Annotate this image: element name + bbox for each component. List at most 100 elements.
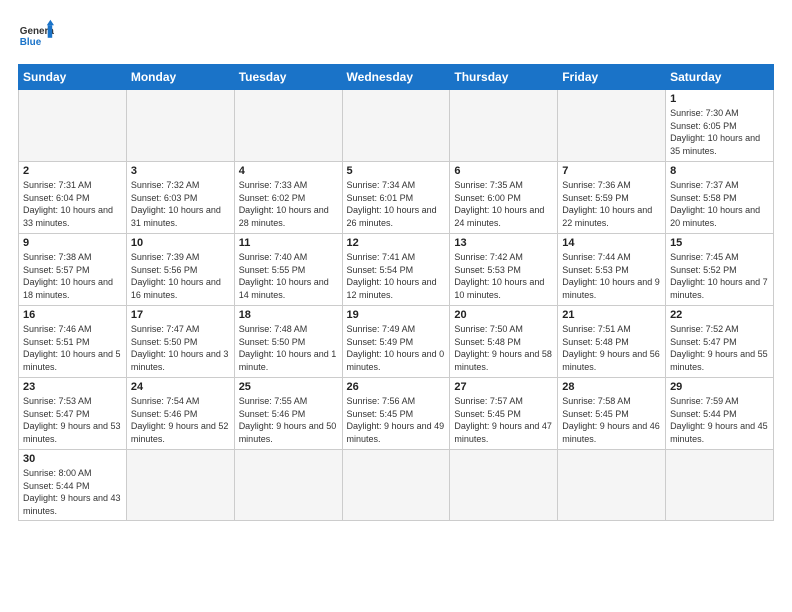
day-info: Sunrise: 7:42 AM Sunset: 5:53 PM Dayligh… bbox=[454, 251, 553, 301]
generalblue-icon: General Blue bbox=[18, 18, 54, 54]
logo: General Blue bbox=[18, 18, 54, 54]
day-number: 20 bbox=[454, 309, 553, 321]
calendar-cell: 15 Sunrise: 7:45 AM Sunset: 5:52 PM Dayli… bbox=[666, 234, 774, 306]
day-info: Sunrise: 7:36 AM Sunset: 5:59 PM Dayligh… bbox=[562, 179, 661, 229]
calendar-cell: 9 Sunrise: 7:38 AM Sunset: 5:57 PM Daylig… bbox=[19, 234, 127, 306]
day-number: 8 bbox=[670, 165, 769, 177]
day-info: Sunrise: 7:30 AM Sunset: 6:05 PM Dayligh… bbox=[670, 107, 769, 157]
calendar-cell: 22Sunrise: 7:52 AM Sunset: 5:47 PM Dayli… bbox=[666, 306, 774, 378]
calendar-cell bbox=[558, 450, 666, 521]
calendar-cell: 19 Sunrise: 7:49 AM Sunset: 5:49 PM Dayli… bbox=[342, 306, 450, 378]
day-number: 28 bbox=[562, 381, 661, 393]
weekday-header-row: SundayMondayTuesdayWednesdayThursdayFrid… bbox=[19, 65, 774, 90]
day-info: Sunrise: 7:48 AM Sunset: 5:50 PM Dayligh… bbox=[239, 323, 338, 373]
calendar-cell bbox=[19, 90, 127, 162]
day-info: Sunrise: 7:47 AM Sunset: 5:50 PM Dayligh… bbox=[131, 323, 230, 373]
calendar-week-row: 23 Sunrise: 7:53 AM Sunset: 5:47 PM Dayli… bbox=[19, 378, 774, 450]
calendar-cell: 18Sunrise: 7:48 AM Sunset: 5:50 PM Dayli… bbox=[234, 306, 342, 378]
calendar-cell: 23 Sunrise: 7:53 AM Sunset: 5:47 PM Dayli… bbox=[19, 378, 127, 450]
day-number: 1 bbox=[670, 93, 769, 105]
calendar-week-row: 1 Sunrise: 7:30 AM Sunset: 6:05 PM Daylig… bbox=[19, 90, 774, 162]
day-number: 29 bbox=[670, 381, 769, 393]
header: General Blue bbox=[18, 18, 774, 54]
weekday-header-tuesday: Tuesday bbox=[234, 65, 342, 90]
calendar-cell: 3Sunrise: 7:32 AM Sunset: 6:03 PM Daylig… bbox=[126, 162, 234, 234]
calendar-week-row: 16Sunrise: 7:46 AM Sunset: 5:51 PM Dayli… bbox=[19, 306, 774, 378]
calendar-cell: 28 Sunrise: 7:58 AM Sunset: 5:45 PM Dayli… bbox=[558, 378, 666, 450]
day-info: Sunrise: 7:58 AM Sunset: 5:45 PM Dayligh… bbox=[562, 395, 661, 445]
calendar-cell bbox=[342, 90, 450, 162]
day-number: 30 bbox=[23, 453, 122, 465]
day-number: 24 bbox=[131, 381, 230, 393]
day-info: Sunrise: 8:00 AM Sunset: 5:44 PM Dayligh… bbox=[23, 467, 122, 517]
calendar-cell bbox=[666, 450, 774, 521]
calendar-table: SundayMondayTuesdayWednesdayThursdayFrid… bbox=[18, 64, 774, 521]
day-info: Sunrise: 7:33 AM Sunset: 6:02 PM Dayligh… bbox=[239, 179, 338, 229]
day-info: Sunrise: 7:41 AM Sunset: 5:54 PM Dayligh… bbox=[347, 251, 446, 301]
day-number: 9 bbox=[23, 237, 122, 249]
day-number: 19 bbox=[347, 309, 446, 321]
calendar-cell: 24 Sunrise: 7:54 AM Sunset: 5:46 PM Dayli… bbox=[126, 378, 234, 450]
day-info: Sunrise: 7:51 AM Sunset: 5:48 PM Dayligh… bbox=[562, 323, 661, 373]
day-info: Sunrise: 7:31 AM Sunset: 6:04 PM Dayligh… bbox=[23, 179, 122, 229]
day-number: 27 bbox=[454, 381, 553, 393]
day-info: Sunrise: 7:38 AM Sunset: 5:57 PM Dayligh… bbox=[23, 251, 122, 301]
weekday-header-saturday: Saturday bbox=[666, 65, 774, 90]
calendar-cell bbox=[342, 450, 450, 521]
day-info: Sunrise: 7:32 AM Sunset: 6:03 PM Dayligh… bbox=[131, 179, 230, 229]
calendar-cell bbox=[234, 450, 342, 521]
day-info: Sunrise: 7:53 AM Sunset: 5:47 PM Dayligh… bbox=[23, 395, 122, 445]
day-number: 5 bbox=[347, 165, 446, 177]
weekday-header-sunday: Sunday bbox=[19, 65, 127, 90]
calendar-cell: 8Sunrise: 7:37 AM Sunset: 5:58 PM Daylig… bbox=[666, 162, 774, 234]
day-number: 15 bbox=[670, 237, 769, 249]
calendar-cell: 26 Sunrise: 7:56 AM Sunset: 5:45 PM Dayli… bbox=[342, 378, 450, 450]
day-info: Sunrise: 7:56 AM Sunset: 5:45 PM Dayligh… bbox=[347, 395, 446, 445]
day-number: 11 bbox=[239, 237, 338, 249]
day-number: 17 bbox=[131, 309, 230, 321]
calendar-cell: 27 Sunrise: 7:57 AM Sunset: 5:45 PM Dayli… bbox=[450, 378, 558, 450]
calendar-cell: 5Sunrise: 7:34 AM Sunset: 6:01 PM Daylig… bbox=[342, 162, 450, 234]
day-info: Sunrise: 7:55 AM Sunset: 5:46 PM Dayligh… bbox=[239, 395, 338, 445]
day-info: Sunrise: 7:57 AM Sunset: 5:45 PM Dayligh… bbox=[454, 395, 553, 445]
svg-text:Blue: Blue bbox=[20, 37, 42, 48]
weekday-header-thursday: Thursday bbox=[450, 65, 558, 90]
day-info: Sunrise: 7:54 AM Sunset: 5:46 PM Dayligh… bbox=[131, 395, 230, 445]
day-info: Sunrise: 7:44 AM Sunset: 5:53 PM Dayligh… bbox=[562, 251, 661, 301]
day-info: Sunrise: 7:49 AM Sunset: 5:49 PM Dayligh… bbox=[347, 323, 446, 373]
calendar-cell: 25Sunrise: 7:55 AM Sunset: 5:46 PM Dayli… bbox=[234, 378, 342, 450]
day-info: Sunrise: 7:39 AM Sunset: 5:56 PM Dayligh… bbox=[131, 251, 230, 301]
day-info: Sunrise: 7:50 AM Sunset: 5:48 PM Dayligh… bbox=[454, 323, 553, 373]
day-number: 10 bbox=[131, 237, 230, 249]
calendar-cell bbox=[450, 90, 558, 162]
day-info: Sunrise: 7:40 AM Sunset: 5:55 PM Dayligh… bbox=[239, 251, 338, 301]
weekday-header-wednesday: Wednesday bbox=[342, 65, 450, 90]
day-number: 21 bbox=[562, 309, 661, 321]
day-info: Sunrise: 7:46 AM Sunset: 5:51 PM Dayligh… bbox=[23, 323, 122, 373]
calendar-cell: 1 Sunrise: 7:30 AM Sunset: 6:05 PM Daylig… bbox=[666, 90, 774, 162]
day-info: Sunrise: 7:52 AM Sunset: 5:47 PM Dayligh… bbox=[670, 323, 769, 373]
day-number: 4 bbox=[239, 165, 338, 177]
day-number: 2 bbox=[23, 165, 122, 177]
day-info: Sunrise: 7:45 AM Sunset: 5:52 PM Dayligh… bbox=[670, 251, 769, 301]
day-info: Sunrise: 7:35 AM Sunset: 6:00 PM Dayligh… bbox=[454, 179, 553, 229]
weekday-header-friday: Friday bbox=[558, 65, 666, 90]
calendar-cell: 13 Sunrise: 7:42 AM Sunset: 5:53 PM Dayli… bbox=[450, 234, 558, 306]
calendar-cell: 14Sunrise: 7:44 AM Sunset: 5:53 PM Dayli… bbox=[558, 234, 666, 306]
day-number: 13 bbox=[454, 237, 553, 249]
calendar-cell: 30 Sunrise: 8:00 AM Sunset: 5:44 PM Dayli… bbox=[19, 450, 127, 521]
calendar-cell bbox=[558, 90, 666, 162]
calendar-week-row: 9 Sunrise: 7:38 AM Sunset: 5:57 PM Daylig… bbox=[19, 234, 774, 306]
calendar-cell bbox=[450, 450, 558, 521]
calendar-cell: 2 Sunrise: 7:31 AM Sunset: 6:04 PM Daylig… bbox=[19, 162, 127, 234]
calendar-cell: 21 Sunrise: 7:51 AM Sunset: 5:48 PM Dayli… bbox=[558, 306, 666, 378]
calendar-week-row: 2 Sunrise: 7:31 AM Sunset: 6:04 PM Daylig… bbox=[19, 162, 774, 234]
calendar-cell: 11 Sunrise: 7:40 AM Sunset: 5:55 PM Dayli… bbox=[234, 234, 342, 306]
calendar-cell: 12Sunrise: 7:41 AM Sunset: 5:54 PM Dayli… bbox=[342, 234, 450, 306]
day-number: 26 bbox=[347, 381, 446, 393]
day-info: Sunrise: 7:59 AM Sunset: 5:44 PM Dayligh… bbox=[670, 395, 769, 445]
calendar-cell bbox=[234, 90, 342, 162]
calendar-cell: 29 Sunrise: 7:59 AM Sunset: 5:44 PM Dayli… bbox=[666, 378, 774, 450]
day-number: 23 bbox=[23, 381, 122, 393]
calendar-cell: 6Sunrise: 7:35 AM Sunset: 6:00 PM Daylig… bbox=[450, 162, 558, 234]
